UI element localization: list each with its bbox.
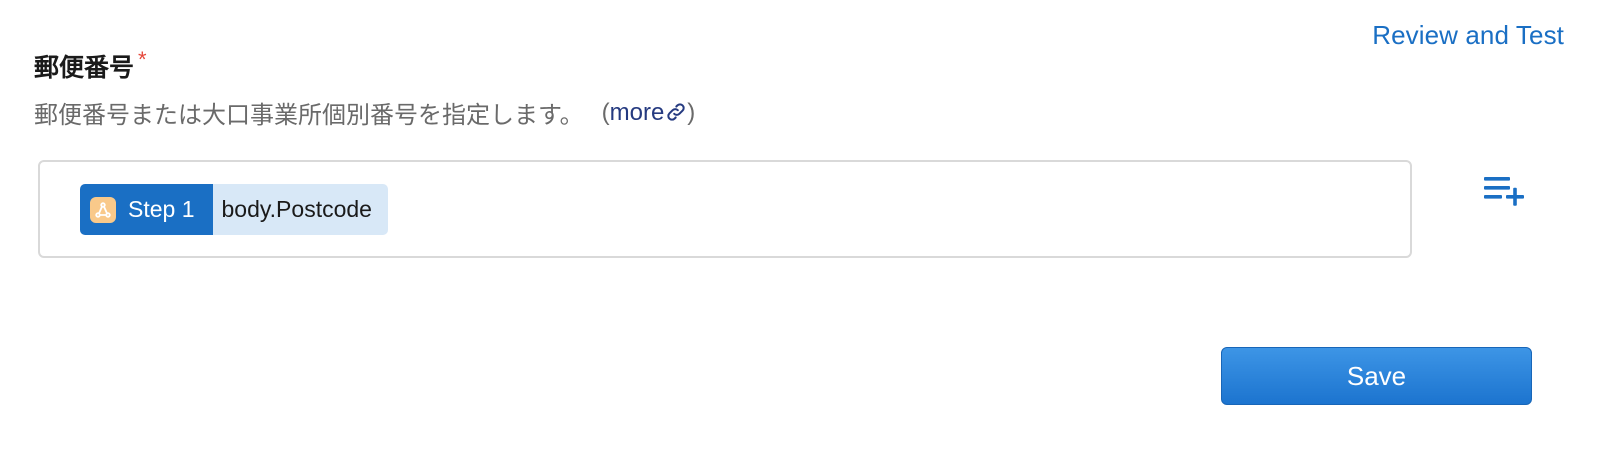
more-link-label: more <box>609 98 665 126</box>
save-button[interactable]: Save <box>1221 347 1532 405</box>
required-mark: * <box>138 47 147 72</box>
field-description: 郵便番号または大口事業所個別番号を指定します。 (more) <box>34 95 695 130</box>
field-label-text: 郵便番号 <box>34 54 135 82</box>
token-step-label: Step 1 <box>128 196 195 222</box>
field-description-text: 郵便番号または大口事業所個別番号を指定します。 <box>34 102 584 129</box>
postcode-input[interactable]: Step 1 body.Postcode <box>38 160 1412 258</box>
review-and-test-link[interactable]: Review and Test <box>1372 20 1564 51</box>
token-path-label: body.Postcode <box>221 196 372 222</box>
data-token[interactable]: Step 1 body.Postcode <box>80 184 388 235</box>
page: Review and Test 郵便番号 * 郵便番号または大口事業所個別番号を… <box>0 0 1600 455</box>
more-close-paren: ) <box>687 98 696 126</box>
insert-data-button[interactable] <box>1480 170 1530 212</box>
more-link[interactable]: more <box>610 99 688 126</box>
insert-data-icon <box>1484 177 1524 206</box>
field-label: 郵便番号 * <box>34 47 147 84</box>
more-open-paren: ( <box>601 98 610 126</box>
link-icon <box>667 102 685 121</box>
token-path: body.Postcode <box>212 184 388 235</box>
more-link-wrapper: (more) <box>602 99 696 127</box>
token-step: Step 1 <box>80 184 213 235</box>
app-logo-icon <box>90 196 116 223</box>
